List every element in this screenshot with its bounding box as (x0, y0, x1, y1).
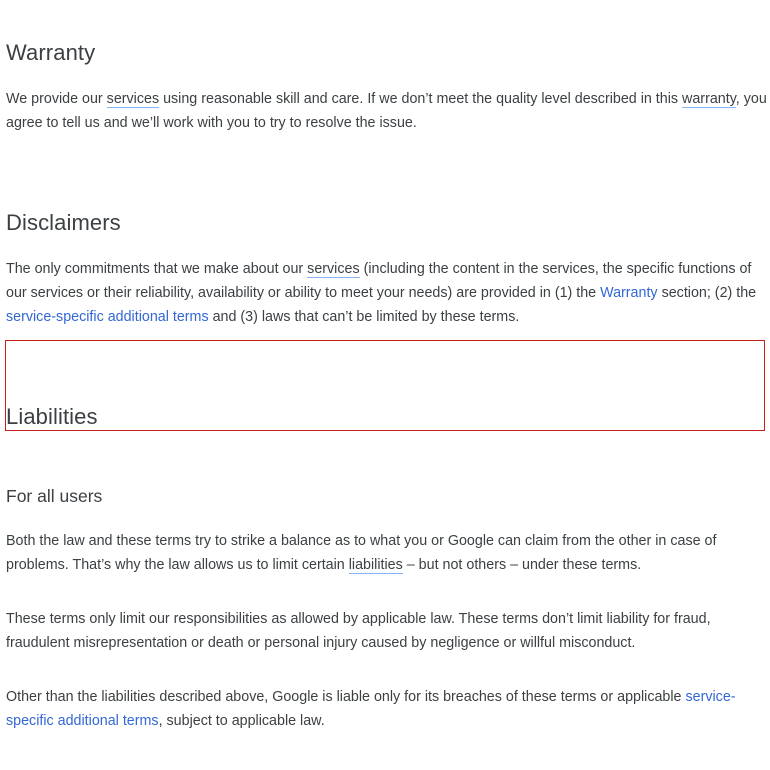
warranty-section-link[interactable]: Warranty (600, 285, 657, 301)
service-specific-terms-link[interactable]: service-specific additional terms (6, 309, 209, 325)
disclaimers-heading: Disclaimers (6, 210, 121, 235)
warranty-term-link[interactable]: warranty (682, 91, 736, 108)
liabilities-highlight-box (5, 340, 765, 431)
liabilities-term-link[interactable]: liabilities (348, 557, 403, 574)
disclaimers-paragraph: The only commitments that we make about … (6, 261, 757, 325)
services-term-link[interactable]: services (106, 91, 160, 108)
for-all-users-subheading: For all users (6, 486, 103, 506)
liabilities-paragraph-2: These terms only limit our responsibilit… (6, 611, 711, 651)
liabilities-paragraph-3: Other than the liabilities described abo… (6, 689, 736, 729)
warranty-paragraph: We provide our services using reasonable… (6, 91, 767, 131)
services-term-link[interactable]: services (307, 261, 360, 278)
liabilities-paragraph-1: Both the law and these terms try to stri… (6, 533, 717, 574)
warranty-heading: Warranty (6, 40, 96, 65)
